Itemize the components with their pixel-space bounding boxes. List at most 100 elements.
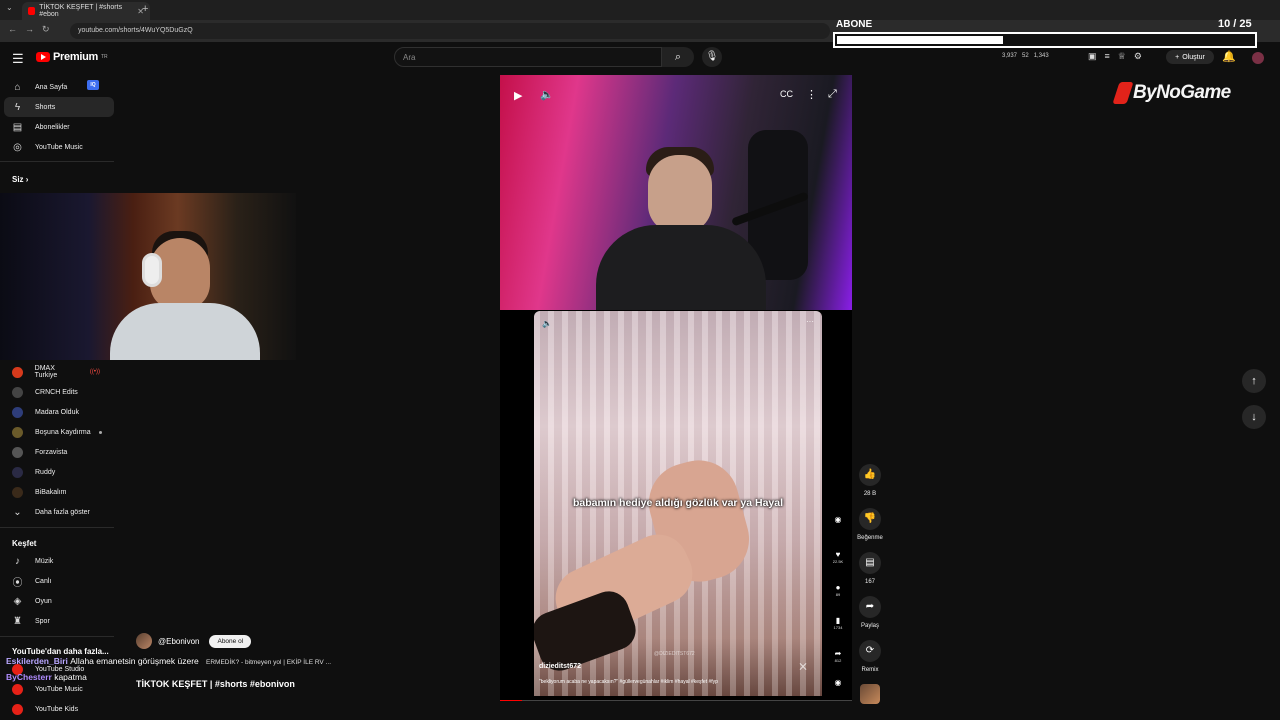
sidebar-sub-madara[interactable]: Madara Olduk xyxy=(0,402,114,422)
create-label: Oluştur xyxy=(1182,53,1205,61)
captions-icon[interactable]: CC xyxy=(780,89,793,99)
sidebar-you-heading[interactable]: Siz › xyxy=(12,175,28,184)
remix-label: Remix xyxy=(861,667,879,673)
subscribe-button[interactable]: Abone ol xyxy=(209,634,252,648)
short-title: TİKTOK KEŞFET | #shorts #ebonivon xyxy=(136,679,295,689)
chat-username: ByChesterr xyxy=(6,672,52,682)
video-caption: "bekliyorum acaba ne yapacaksın?" #gülle… xyxy=(539,679,718,685)
sidebar-sub-bosuna[interactable]: Boşuna Kaydırma xyxy=(0,422,114,442)
music-note-icon: ♪ xyxy=(15,555,20,567)
sidebar-sub-dmax[interactable]: DMAX Turkiye ((•)) xyxy=(0,362,114,382)
trophy-icon[interactable]: ♕ xyxy=(1118,51,1126,62)
search-input[interactable]: Ara xyxy=(394,47,662,67)
goal-bar xyxy=(833,32,1257,48)
sidebar-item-label: Ana Sayfa xyxy=(35,83,68,91)
sidebar-item-label: YouTube Music xyxy=(35,143,83,151)
sidebar-item-label: BiBakalım xyxy=(35,488,67,496)
siz-label: Siz xyxy=(12,175,24,184)
goal-title: ABONE xyxy=(836,19,873,30)
bynogame-text: ByNoGame xyxy=(1133,82,1231,103)
sidebar-sub-bibakalim[interactable]: BiBakalım xyxy=(0,482,114,502)
related-video-line[interactable]: ERMEDİK? - bitmeyen yol | EKİP İLE RV ..… xyxy=(206,659,331,666)
sidebar-divider xyxy=(0,527,114,528)
sidebar-yt-music[interactable]: YouTube Music xyxy=(0,679,114,699)
progress-fill xyxy=(500,700,522,701)
url-field[interactable]: youtube.com/shorts/4WuYQ5DuGzQ xyxy=(70,23,830,39)
browser-tab[interactable]: TİKTOK KEŞFET | #shorts #ebon ✕ xyxy=(22,2,150,20)
list-icon[interactable]: ≡ xyxy=(1105,51,1110,62)
chat-text: Allaha emanetsin görüşmek üzere xyxy=(70,656,199,666)
new-tab-icon[interactable]: + xyxy=(142,3,148,15)
chat-message: ByChesterr kapatma xyxy=(6,672,87,682)
youtube-music-icon xyxy=(12,683,23,695)
browser-tab-bar xyxy=(0,0,1280,20)
tab-list-icon[interactable]: ⌄ xyxy=(6,3,13,12)
voice-search-button[interactable]: 🎙 xyxy=(702,47,722,67)
sidebar-item-label: YouTube Music xyxy=(35,685,83,693)
chat-username: Eskilerden_Biri xyxy=(6,656,68,666)
tiktok-share: ➦ 812 xyxy=(828,649,848,663)
channel-avatar xyxy=(12,446,23,458)
sidebar-sub-ruddy[interactable]: Ruddy xyxy=(0,462,114,482)
plus-icon: + xyxy=(1175,53,1180,61)
volume-icon[interactable]: 🔈 xyxy=(540,88,554,101)
video-subtitle: babamın hediye aldığı gözlük var ya Haya… xyxy=(572,497,784,509)
sidebar-explore-music[interactable]: ♪ Müzik xyxy=(0,551,114,571)
logo-text: Premium xyxy=(53,51,98,63)
account-avatar[interactable] xyxy=(1252,52,1264,64)
sound-channel-avatar[interactable] xyxy=(860,684,880,704)
tiktok-share-count: 812 xyxy=(834,658,842,663)
remix-button[interactable]: ⟳ Remix xyxy=(855,640,885,673)
sidebar-item-youtube-music[interactable]: ◎ YouTube Music xyxy=(0,137,114,157)
sidebar-item-subscriptions[interactable]: ▤ Abonelikler xyxy=(0,117,114,137)
tiktok-comment: ● 89 xyxy=(828,583,848,597)
sidebar-show-more[interactable]: ⌄ Daha fazla göster xyxy=(0,502,114,522)
video-progress-bar[interactable] xyxy=(500,700,852,701)
extension-icon[interactable]: ▣ xyxy=(1088,51,1097,62)
sidebar-sub-crnch[interactable]: CRNCH Edits xyxy=(0,382,114,402)
youtube-premium-logo[interactable]: Premium TR xyxy=(36,51,108,63)
channel-avatar[interactable] xyxy=(136,633,152,649)
like-count: 28 B xyxy=(863,491,877,497)
previous-short-button[interactable]: ↑ xyxy=(1242,369,1266,393)
sidebar-explore-gaming[interactable]: ◈ Oyun xyxy=(0,591,114,611)
notifications-bell-icon[interactable]: 🔔 xyxy=(1222,50,1236,63)
sidebar-item-label: Ruddy xyxy=(35,468,56,476)
channel-avatar xyxy=(12,486,23,498)
more-options-icon[interactable]: ⋮ xyxy=(806,88,817,101)
next-short-button[interactable]: ↓ xyxy=(1242,405,1266,429)
sidebar-item-shorts[interactable]: ϟ Shorts xyxy=(4,97,114,117)
video-username: dizieditst672 xyxy=(539,663,582,670)
chevron-down-icon: ⌄ xyxy=(13,506,22,518)
gear-icon[interactable]: ⚙ xyxy=(1134,51,1142,62)
like-button[interactable]: 👍 28 B xyxy=(855,464,885,497)
sidebar-yt-kids[interactable]: YouTube Kids xyxy=(0,699,114,719)
channel-name[interactable]: @Ebonivon xyxy=(158,637,199,646)
extension-icons[interactable]: ▣ ≡ ♕ ⚙ xyxy=(1088,51,1142,62)
arrow-up-icon: ↑ xyxy=(1251,375,1257,387)
sidebar-explore-sports[interactable]: ♜ Spor xyxy=(0,611,114,631)
fullscreen-icon[interactable]: ⤢ xyxy=(828,88,837,101)
dislike-button[interactable]: 👎 Beğenme xyxy=(855,508,885,541)
sidebar-item-label: Canlı xyxy=(35,577,52,585)
youtube-logo-icon xyxy=(36,52,50,62)
nav-buttons[interactable]: ←→↻ xyxy=(8,24,58,35)
tiktok-comment-count: 89 xyxy=(835,592,841,597)
channel-avatar xyxy=(12,366,23,378)
create-button[interactable]: + Oluştur xyxy=(1166,50,1214,64)
tiktok-avatar: ◉ xyxy=(834,515,842,524)
menu-icon[interactable]: ☰ xyxy=(12,51,24,67)
more-icon: ··· xyxy=(806,317,814,326)
microphone-icon: 🎙 xyxy=(705,51,719,62)
channel-info: @Ebonivon Abone ol xyxy=(136,633,252,649)
search-button[interactable]: ⌕ xyxy=(662,47,694,67)
comments-button[interactable]: ▤ 167 xyxy=(855,552,885,585)
share-button[interactable]: ➦ Paylaş xyxy=(855,596,885,629)
sidebar-item-label: Spor xyxy=(35,617,50,625)
play-icon[interactable]: ▶ xyxy=(514,89,522,102)
sidebar-sub-forzavista[interactable]: Forzavista xyxy=(0,442,114,462)
sidebar-explore-live[interactable]: ⦿ Canlı xyxy=(0,571,114,591)
shorts-player[interactable]: ▶ 🔈 CC ⋮ ⤢ 🔈 ··· babamın hediye aldığı g… xyxy=(500,75,852,701)
stat-views: 3,937 xyxy=(1002,53,1018,59)
trophy-icon: ♜ xyxy=(13,615,22,627)
